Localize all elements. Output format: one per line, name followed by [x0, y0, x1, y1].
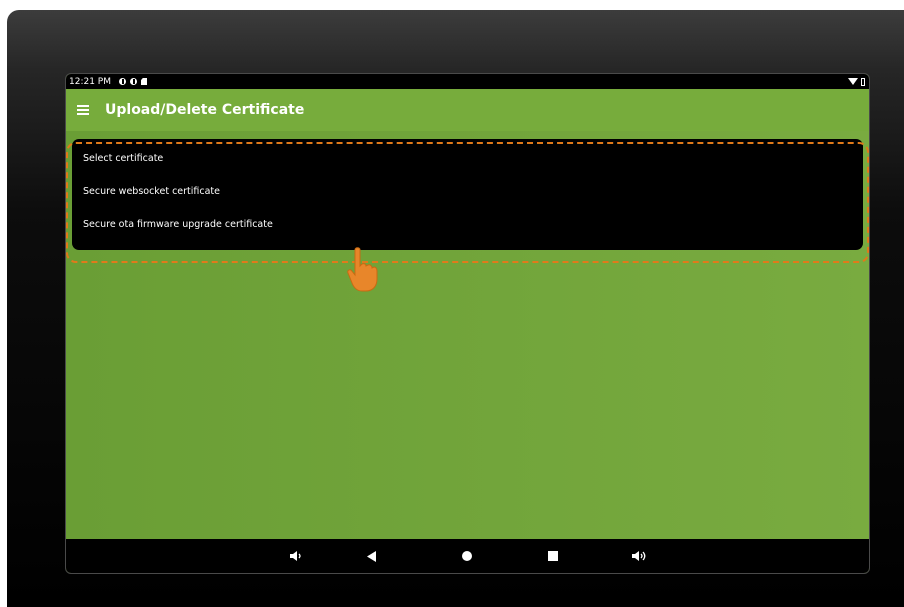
battery-icon	[861, 77, 865, 86]
dropdown-highlight	[66, 142, 869, 263]
page-title: Upload/Delete Certificate	[105, 102, 305, 118]
notification-icon	[119, 78, 126, 85]
status-system-icons	[848, 77, 865, 86]
app-bar: Upload/Delete Certificate	[66, 89, 869, 131]
notification-icon	[130, 78, 137, 85]
home-icon[interactable]	[454, 539, 480, 573]
menu-icon[interactable]	[77, 105, 89, 115]
volume-down-icon[interactable]	[283, 539, 309, 573]
recents-icon[interactable]	[540, 539, 566, 573]
hand-pointer-icon	[347, 247, 378, 292]
wifi-icon	[848, 78, 858, 85]
status-time: 12:21 PM	[69, 76, 111, 87]
navigation-bar	[66, 539, 869, 573]
status-bar: 12:21 PM	[66, 74, 869, 89]
device-screen: 12:21 PM Upload/Delete Certificate Selec…	[65, 73, 870, 574]
back-icon[interactable]	[359, 539, 385, 573]
tablet-frame: 12:21 PM Upload/Delete Certificate Selec…	[7, 10, 904, 607]
status-notification-icons	[119, 78, 147, 85]
volume-up-icon[interactable]	[626, 539, 652, 573]
sd-card-icon	[141, 78, 147, 85]
